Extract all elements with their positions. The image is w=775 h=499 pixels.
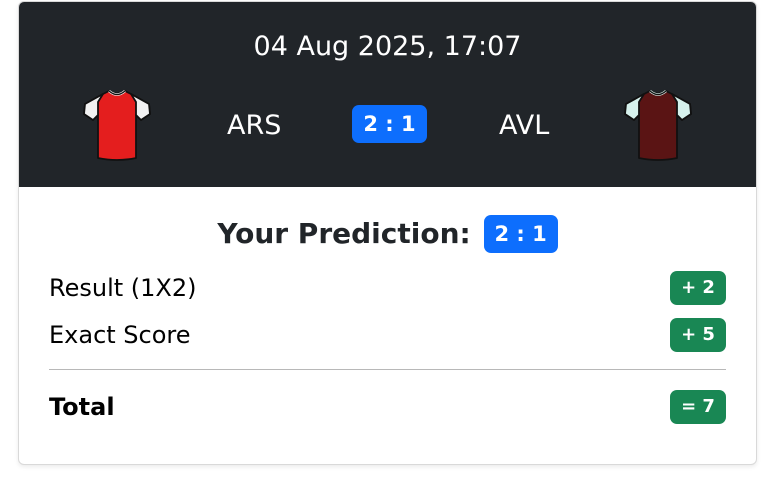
prediction-row: Your Prediction: 2 : 1 [19,214,756,253]
result-points-badge: + 2 [670,271,726,305]
match-score-badge: 2 : 1 [352,105,427,143]
home-team-code: ARS [227,110,282,141]
prediction-score-badge: 2 : 1 [483,215,558,253]
result-points-row: Result (1X2) + 2 [49,271,726,305]
away-jersey-icon [624,90,692,161]
total-points-row: Total = 7 [49,390,726,424]
result-label: Result (1X2) [49,274,197,302]
divider [49,369,726,370]
away-team-code: AVL [499,110,550,141]
exact-score-label: Exact Score [49,321,191,349]
exact-score-points-badge: + 5 [670,318,726,352]
match-date: 04 Aug 2025, 17:07 [253,31,522,62]
total-label: Total [49,393,115,421]
total-points-badge: = 7 [670,390,726,424]
home-jersey-icon [83,90,151,161]
exact-score-points-row: Exact Score + 5 [49,318,726,352]
match-header: 04 Aug 2025, 17:07 ARS 2 : 1 AVL [19,2,756,187]
prediction-label: Your Prediction: [217,217,471,250]
match-card: 04 Aug 2025, 17:07 ARS 2 : 1 AVL Your Pr… [18,1,757,465]
